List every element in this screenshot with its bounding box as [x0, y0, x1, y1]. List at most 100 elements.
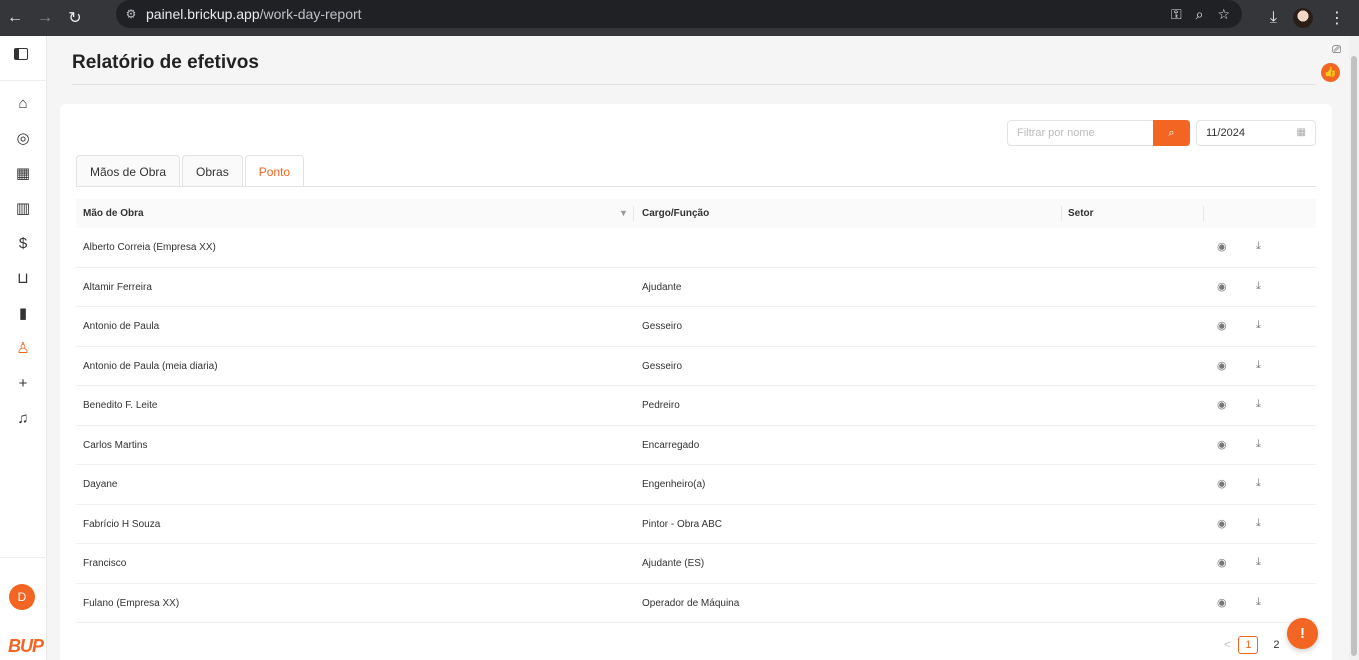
- table-row: Altamir Ferreira Ajudante ◉ ⤓: [76, 268, 1316, 307]
- table-row: Antonio de Paula Gesseiro ◉ ⤓: [76, 307, 1316, 347]
- address-bar[interactable]: ⚙ painel.brickup.app/work-day-report ⚿ ⌕…: [116, 0, 1242, 28]
- download-icon[interactable]: ⤓: [1256, 517, 1261, 530]
- bar-chart-icon[interactable]: ▮: [12, 302, 34, 324]
- worker-role: Pintor - Obra ABC: [642, 518, 723, 530]
- worker-name: Alberto Correia (Empresa XX): [83, 242, 216, 253]
- view-icon[interactable]: ◉: [1217, 556, 1227, 569]
- tab-maos-de-obra[interactable]: Mãos de Obra: [76, 155, 181, 187]
- zoom-icon[interactable]: ⌕: [1196, 6, 1204, 23]
- download-icon[interactable]: ⤓: [1256, 556, 1261, 569]
- view-icon[interactable]: ◉: [1217, 596, 1227, 609]
- download-icon[interactable]: ⤓: [1256, 359, 1261, 372]
- table-row: Benedito F. Leite Pedreiro ◉ ⤓: [76, 386, 1316, 426]
- brand-logo[interactable]: BUP: [8, 636, 44, 657]
- page-2[interactable]: 2: [1266, 636, 1286, 654]
- worker-name: Fulano (Empresa XX): [83, 597, 180, 609]
- cart-icon[interactable]: ⊔: [12, 267, 34, 289]
- site-settings-icon[interactable]: ⚙: [116, 7, 146, 21]
- check-circle-icon[interactable]: ◎: [12, 127, 34, 149]
- column-separator: [633, 206, 634, 221]
- barcode-icon[interactable]: ▥: [12, 197, 34, 219]
- reload-icon[interactable]: ↻: [60, 0, 90, 36]
- tab-obras[interactable]: Obras: [182, 155, 243, 187]
- url-text[interactable]: painel.brickup.app/work-day-report: [146, 6, 362, 22]
- download-icon[interactable]: ⤓: [1270, 9, 1277, 27]
- menu-icon[interactable]: ⋮: [1329, 8, 1345, 28]
- download-icon[interactable]: ⤓: [1256, 398, 1261, 411]
- filter-icon[interactable]: ▼: [619, 208, 628, 218]
- table-row: Alberto Correia (Empresa XX) ◉ ⤓: [76, 228, 1316, 268]
- table-row: Dayane Engenheiro(a) ◉ ⤓: [76, 465, 1316, 505]
- column-header-mao-de-obra[interactable]: Mão de Obra: [83, 199, 144, 228]
- column-header-setor[interactable]: Setor: [1068, 199, 1094, 228]
- download-icon[interactable]: ⤓: [1256, 280, 1261, 293]
- download-icon[interactable]: ⤓: [1256, 477, 1261, 490]
- column-header-cargo-funcao[interactable]: Cargo/Função: [642, 199, 709, 228]
- sidebar-toggle-icon[interactable]: [14, 48, 28, 60]
- worker-role: Encarregado: [642, 439, 700, 451]
- view-icon[interactable]: ◉: [1217, 477, 1227, 490]
- download-icon[interactable]: ⤓: [1256, 240, 1261, 253]
- profile-avatar[interactable]: [1293, 8, 1313, 28]
- feedback-icon[interactable]: ⎚: [1332, 44, 1341, 57]
- dollar-icon[interactable]: $: [12, 232, 34, 254]
- workers-table: Mão de Obra ▼ Cargo/Função Setor Alberto…: [76, 199, 1316, 623]
- prev-page-icon[interactable]: <: [1224, 639, 1230, 651]
- back-icon[interactable]: ←: [0, 0, 30, 36]
- worker-role: Pedreiro: [642, 400, 680, 411]
- browser-toolbar: ← → ↻ ⚙ painel.brickup.app/work-day-repo…: [0, 0, 1359, 36]
- worker-role: Engenheiro(a): [642, 479, 706, 490]
- view-icon[interactable]: ◉: [1217, 517, 1227, 530]
- divider: [0, 557, 47, 558]
- user-avatar[interactable]: D: [9, 584, 35, 610]
- key-icon[interactable]: ⚿: [1171, 6, 1182, 23]
- bank-icon[interactable]: ⌂: [12, 92, 34, 114]
- bell-icon[interactable]: ♫: [12, 407, 34, 429]
- report-card: Filtrar por nome ⌕ 11/2024 ▦ Mãos de Obr…: [60, 104, 1332, 660]
- worker-name: Benedito F. Leite: [83, 400, 158, 411]
- user-icon[interactable]: ♙: [12, 337, 34, 359]
- table-row: Antonio de Paula (meia diaria) Gesseiro ◉ ⤓: [76, 347, 1316, 386]
- worker-role: Gesseiro: [642, 321, 683, 332]
- forward-icon[interactable]: →: [30, 0, 60, 36]
- scrollbar-thumb[interactable]: [1351, 56, 1357, 656]
- tab-ponto[interactable]: Ponto: [244, 155, 305, 187]
- scrollbar[interactable]: [1349, 36, 1359, 660]
- worker-name: Carlos Martins: [83, 439, 148, 451]
- worker-name: Francisco: [83, 558, 127, 569]
- view-icon[interactable]: ◉: [1217, 398, 1227, 411]
- table-body: Alberto Correia (Empresa XX) ◉ ⤓ Altamir Fe…: [76, 228, 1316, 623]
- view-icon[interactable]: ◉: [1217, 438, 1227, 451]
- worker-role: Gesseiro: [642, 360, 683, 372]
- search-button[interactable]: ⌕: [1153, 120, 1190, 146]
- view-icon[interactable]: ◉: [1217, 359, 1227, 372]
- tabs-divider: [76, 186, 1316, 187]
- table-row: Carlos Martins Encarregado ◉ ⤓: [76, 426, 1316, 465]
- worker-role: Ajudante (ES): [642, 558, 705, 569]
- download-icon[interactable]: ⤓: [1256, 596, 1261, 609]
- view-icon[interactable]: ◉: [1217, 240, 1227, 253]
- star-icon[interactable]: ☆: [1217, 6, 1230, 23]
- worker-role: Operador de Máquina: [642, 597, 740, 609]
- grid-icon[interactable]: ▦: [12, 162, 34, 184]
- page-1[interactable]: 1: [1238, 636, 1259, 654]
- worker-role: Ajudante: [642, 281, 682, 293]
- month-picker[interactable]: 11/2024 ▦: [1196, 120, 1316, 146]
- column-separator: [1203, 206, 1204, 221]
- worker-name: Antonio de Paula: [83, 321, 160, 332]
- view-icon[interactable]: ◉: [1217, 319, 1227, 332]
- help-button[interactable]: !: [1287, 618, 1318, 649]
- view-icon[interactable]: ◉: [1217, 280, 1227, 293]
- month-picker-value: 11/2024: [1206, 127, 1245, 139]
- download-icon[interactable]: ⤓: [1256, 438, 1261, 451]
- column-separator: [1061, 206, 1062, 221]
- calendar-icon: ▦: [1296, 127, 1306, 138]
- page-title: Relatório de efetivos: [72, 52, 259, 73]
- plus-icon[interactable]: +: [12, 372, 34, 394]
- search-icon: ⌕: [1168, 126, 1175, 139]
- table-row: Francisco Ajudante (ES) ◉ ⤓: [76, 544, 1316, 584]
- download-icon[interactable]: ⤓: [1256, 319, 1261, 332]
- sidebar: ⌂ ◎ ▦ ▥ $ ⊔ ▮ ♙ + ♫ D BUP: [0, 36, 47, 660]
- thumbs-up-icon[interactable]: 👍: [1321, 63, 1340, 82]
- title-divider: [72, 84, 1316, 85]
